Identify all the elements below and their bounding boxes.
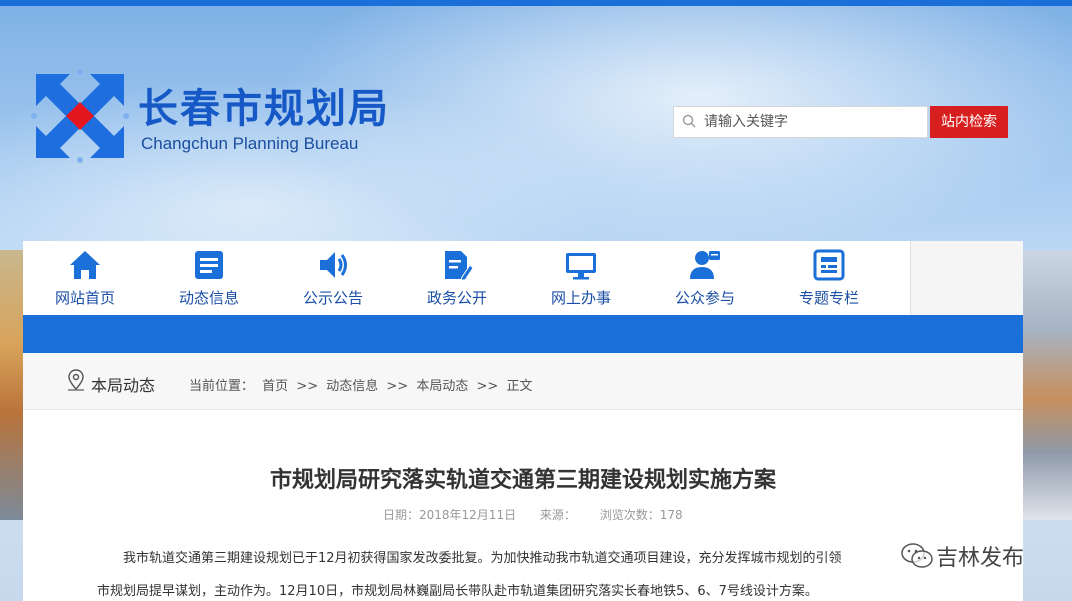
topic-board-icon xyxy=(813,249,845,281)
article-source: 来源： xyxy=(539,508,576,522)
watermark-text: 吉林发布 xyxy=(936,546,1025,571)
home-icon xyxy=(70,251,100,279)
nav-item-public-participation[interactable]: 公众参与 xyxy=(643,241,767,315)
bureau-logo-icon xyxy=(31,69,129,163)
location-pin-icon xyxy=(68,369,84,391)
nav-label: 政务公开 xyxy=(426,289,487,307)
search-box xyxy=(673,106,928,138)
article-paragraph-2: 市规划局提早谋划，主动作为。12月10日，市规划局林巍副局长带队赴市轨道集团研究… xyxy=(97,584,818,599)
article-title: 市规划局研究落实轨道交通第三期建设规划实施方案 xyxy=(269,468,776,493)
breadcrumb-link-news[interactable]: 动态信息 xyxy=(326,379,378,394)
main-nav: 网站首页 动态信息 公示公告 政务公开 网上办事 公众参与 专题专栏 xyxy=(23,241,1023,315)
nav-label: 专题专栏 xyxy=(798,289,859,307)
nav-item-announcements[interactable]: 公示公告 xyxy=(271,241,395,315)
breadcrumb-prefix: 当前位置： xyxy=(189,379,255,394)
user-service-icon xyxy=(690,251,720,279)
nav-item-special-topics[interactable]: 专题专栏 xyxy=(767,241,891,315)
nav-empty-slot xyxy=(911,241,1023,315)
search-icon xyxy=(682,114,696,128)
site-search-button[interactable]: 站内检索 xyxy=(930,106,1008,138)
article-views: 浏览次数：178 xyxy=(599,508,683,522)
search-input[interactable] xyxy=(704,107,924,137)
monitor-icon xyxy=(566,253,596,280)
nav-item-government-affairs[interactable]: 政务公开 xyxy=(395,241,519,315)
nav-label: 公众参与 xyxy=(674,289,735,307)
article-meta: 日期：2018年12月11日 来源： 浏览次数：178 xyxy=(383,506,703,523)
city-skyline-right xyxy=(1023,250,1072,520)
site-name-en: Changchun Planning Bureau xyxy=(141,134,359,153)
wechat-icon xyxy=(901,543,933,568)
nav-blue-strip xyxy=(23,315,1023,353)
breadcrumb-separator: >> xyxy=(386,379,409,394)
breadcrumb-separator: >> xyxy=(296,379,319,394)
nav-item-news[interactable]: 动态信息 xyxy=(147,241,271,315)
article-date: 日期：2018年12月11日 xyxy=(383,508,517,522)
nav-label: 网上办事 xyxy=(550,289,611,307)
nav-label: 动态信息 xyxy=(178,289,239,307)
document-edit-icon xyxy=(445,251,473,281)
article-paragraph-1: 我市轨道交通第三期建设规划已于12月初获得国家发改委批复。为加快推动我市轨道交通… xyxy=(123,551,842,566)
nav-label: 网站首页 xyxy=(54,289,115,307)
breadcrumb-link-bureau-news[interactable]: 本局动态 xyxy=(416,379,468,394)
nav-label: 公示公告 xyxy=(302,289,363,307)
breadcrumb-current: 正文 xyxy=(506,379,533,394)
breadcrumb-bar: 本局动态 当前位置： 首页 >> 动态信息 >> 本局动态 >> 正文 xyxy=(23,353,1023,410)
section-title: 本局动态 xyxy=(91,376,156,395)
article-panel: 市规划局研究落实轨道交通第三期建设规划实施方案 日期：2018年12月11日 来… xyxy=(23,410,1023,601)
breadcrumb-link-home[interactable]: 首页 xyxy=(262,379,288,394)
speaker-icon xyxy=(320,252,347,278)
city-skyline-left xyxy=(0,250,24,520)
nav-item-online-services[interactable]: 网上办事 xyxy=(519,241,643,315)
news-icon xyxy=(195,251,223,279)
breadcrumb: 当前位置： 首页 >> 动态信息 >> 本局动态 >> 正文 xyxy=(189,375,536,394)
nav-item-home[interactable]: 网站首页 xyxy=(23,241,147,315)
site-name-cn: 长春市规划局 xyxy=(138,86,390,132)
breadcrumb-separator: >> xyxy=(476,379,499,394)
